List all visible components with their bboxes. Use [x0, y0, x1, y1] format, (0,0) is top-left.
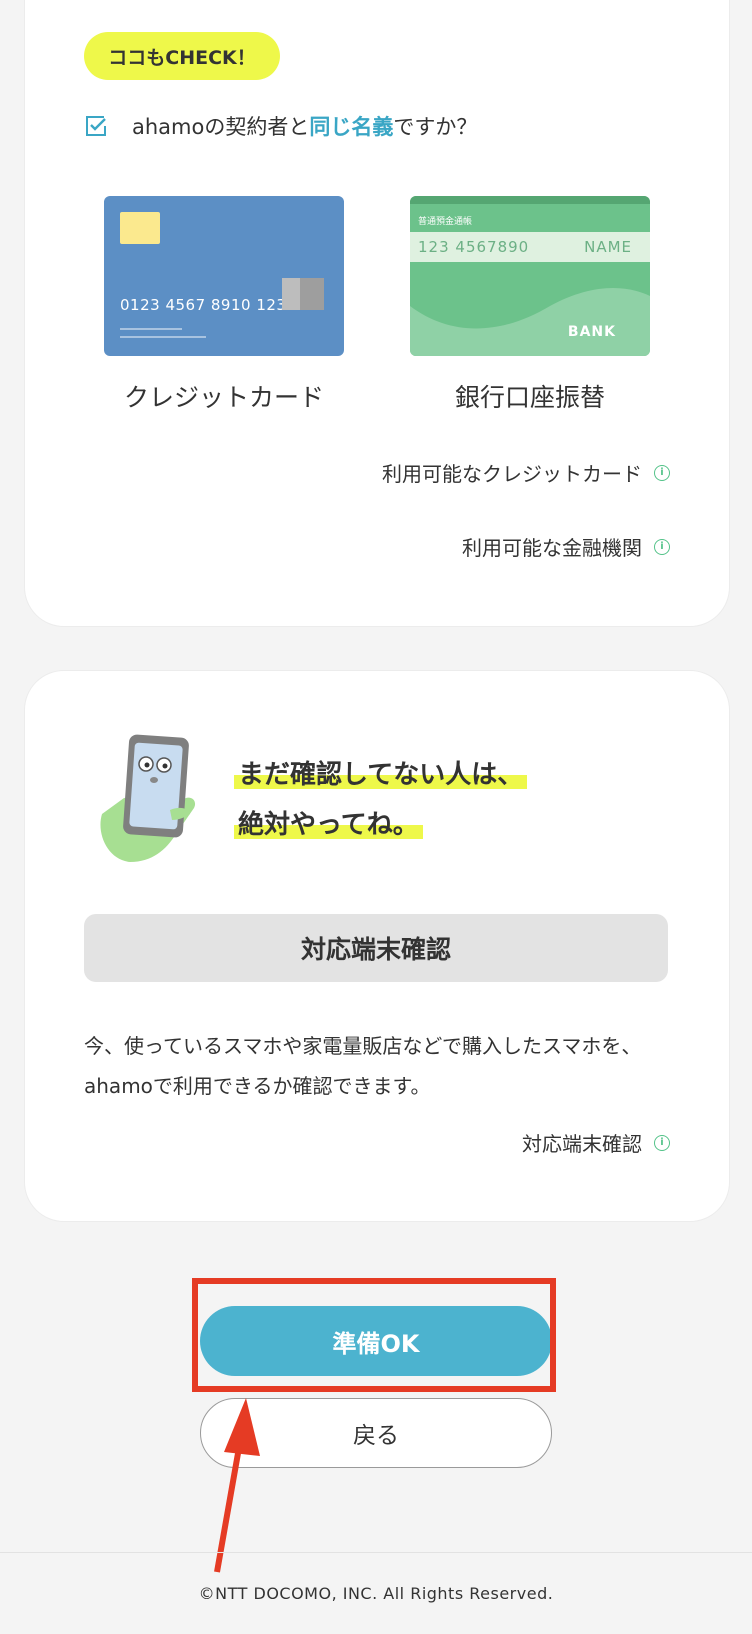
back-button[interactable]: 戻る [200, 1398, 552, 1468]
question-text: ahamoの契約者と [132, 115, 310, 139]
available-banks-link[interactable]: 利用可能な金融機関 [462, 532, 642, 561]
info-icon[interactable]: i [654, 539, 670, 555]
bank-book-top [410, 196, 650, 204]
device-check-headline-1: まだ確認してない人は、 [234, 754, 528, 791]
card-line [120, 328, 182, 330]
question-highlight: 同じ名義 [309, 115, 394, 139]
checkbox-icon [86, 116, 106, 136]
bank-book-wave [410, 287, 650, 356]
info-icon[interactable]: i [654, 465, 670, 481]
copyright-footer: ©NTT DOCOMO, INC. All Rights Reserved. [198, 1584, 554, 1603]
annotation-highlight-box [192, 1278, 556, 1392]
bank-account-number: 123 4567890 [418, 238, 530, 256]
card-line [120, 336, 206, 338]
device-check-description: 今、使っているスマホや家電量販店などで購入したスマホを、ahamoで利用できるか… [84, 1034, 642, 1098]
same-name-check: ahamoの契約者と同じ名義ですか？ [84, 108, 477, 144]
same-name-question: ahamoの契約者と同じ名義ですか？ [132, 111, 477, 141]
footer-divider [0, 1552, 752, 1553]
device-check-link[interactable]: 対応端末確認 [522, 1128, 642, 1157]
device-check-button[interactable]: 対応端末確認 [84, 914, 668, 982]
credit-card-illustration: 0123 4567 8910 1234 [104, 196, 344, 356]
device-check-headline-2: 絶対やってね。 [234, 804, 423, 841]
bank-book-illustration: 普通預金通帳 123 4567890 NAME BANK [410, 196, 650, 356]
question-suffix: ですか？ [393, 115, 478, 139]
check-badge: ココもCHECK！ [84, 32, 280, 80]
bank-label: BANK [567, 324, 616, 340]
info-icon[interactable]: i [654, 1135, 670, 1151]
card-number: 0123 4567 8910 1234 [120, 296, 297, 314]
credit-card-caption: クレジットカード [123, 383, 324, 412]
card-hologram-shade [300, 278, 324, 310]
phone-character-illustration [100, 734, 196, 862]
card-chip [120, 212, 160, 244]
bank-account-name: NAME [584, 238, 632, 256]
bank-book-header: 普通預金通帳 [418, 217, 473, 227]
bank-transfer-caption: 銀行口座振替 [454, 383, 605, 412]
available-credit-cards-link[interactable]: 利用可能なクレジットカード [382, 458, 642, 487]
